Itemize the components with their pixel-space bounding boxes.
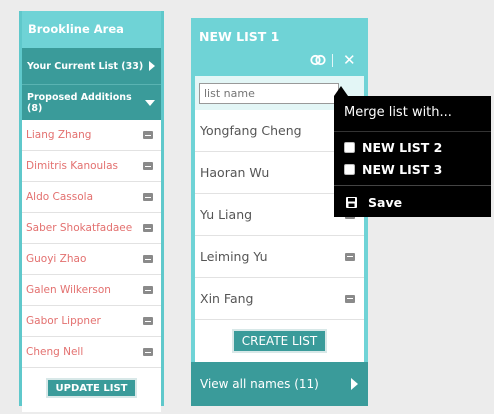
list-title: NEW LIST 1 — [199, 29, 280, 44]
chevron-down-icon — [145, 99, 155, 106]
checkbox[interactable] — [344, 141, 355, 153]
dropdown-pointer — [334, 86, 348, 96]
person-name: Dimitris Kanoulas — [26, 160, 118, 172]
minus-icon[interactable] — [143, 193, 153, 201]
minus-icon[interactable] — [143, 224, 153, 232]
minus-icon[interactable] — [345, 294, 355, 303]
minus-icon[interactable] — [143, 131, 153, 139]
person-name: Aldo Cassola — [26, 191, 94, 203]
person-name: Saber Shokatfadaee — [26, 222, 133, 234]
merge-option-new-list-3[interactable]: NEW LIST 3 — [334, 158, 491, 180]
view-all-label: View all names (11) — [200, 377, 319, 391]
save-label: Save — [368, 194, 403, 210]
list-item: Aldo Cassola — [22, 182, 161, 213]
merge-dropdown: Merge list with... NEW LIST 2 NEW LIST 3… — [334, 96, 491, 217]
link-icon[interactable] — [310, 54, 326, 66]
option-label: NEW LIST 2 — [362, 139, 443, 155]
list-item: Galen Wilkerson — [22, 275, 161, 306]
panel-title: Brookline Area — [28, 22, 124, 36]
close-icon[interactable]: ✕ — [343, 52, 356, 68]
merge-option-new-list-2[interactable]: NEW LIST 2 — [334, 136, 491, 158]
list-item: Saber Shokatfadaee — [22, 213, 161, 244]
list-name-input[interactable] — [199, 83, 339, 104]
person-name: Haoran Wu — [200, 165, 270, 180]
person-name: Gabor Lippner — [26, 315, 101, 327]
list-item: Liang Zhang — [22, 120, 161, 151]
dropdown-header: Merge list with... — [334, 96, 491, 132]
left-footer: UPDATE LIST — [22, 368, 161, 412]
toolbar-divider — [332, 54, 333, 67]
person-name: Yongfang Cheng — [200, 123, 302, 138]
proposed-additions-label: Proposed Additions (8) — [27, 91, 132, 114]
minus-icon[interactable] — [143, 286, 153, 294]
minus-icon[interactable] — [143, 317, 153, 325]
save-button[interactable]: Save — [334, 191, 491, 213]
current-list-panel: Brookline Area Your Current List (33) Pr… — [19, 11, 164, 412]
person-name: Yu Liang — [200, 207, 253, 222]
view-all-names-link[interactable]: View all names (11) — [191, 362, 368, 406]
dropdown-divider — [334, 185, 491, 186]
option-label: NEW LIST 3 — [362, 161, 443, 177]
current-list-toggle[interactable]: Your Current List (33) — [22, 48, 161, 84]
list-item: Gabor Lippner — [22, 306, 161, 337]
chevron-right-icon — [149, 61, 155, 71]
list-item: Guoyi Zhao — [22, 244, 161, 275]
checkbox[interactable] — [344, 163, 355, 175]
person-name: Xin Fang — [200, 291, 254, 306]
minus-icon[interactable] — [143, 348, 153, 356]
proposed-list: Liang Zhang Dimitris Kanoulas Aldo Casso… — [22, 120, 161, 368]
minus-icon[interactable] — [143, 162, 153, 170]
update-list-button[interactable]: UPDATE LIST — [45, 378, 138, 398]
person-name: Guoyi Zhao — [26, 253, 87, 265]
person-name: Leiming Yu — [200, 249, 268, 264]
chevron-right-icon — [351, 378, 358, 390]
list-item: Cheng Nell — [22, 337, 161, 368]
minus-icon[interactable] — [345, 252, 355, 261]
right-footer: CREATE LIST — [195, 320, 364, 362]
person-name: Liang Zhang — [26, 129, 92, 141]
list-item: Leiming Yu — [195, 236, 364, 278]
minus-icon[interactable] — [143, 255, 153, 263]
create-list-button[interactable]: CREATE LIST — [231, 329, 328, 353]
proposed-additions-toggle[interactable]: Proposed Additions (8) — [22, 84, 161, 120]
list-item: Dimitris Kanoulas — [22, 151, 161, 182]
floppy-icon — [346, 196, 357, 208]
current-list-label: Your Current List (33) — [27, 60, 144, 72]
person-name: Cheng Nell — [26, 346, 84, 358]
list-item: Xin Fang — [195, 278, 364, 320]
person-name: Galen Wilkerson — [26, 284, 111, 296]
